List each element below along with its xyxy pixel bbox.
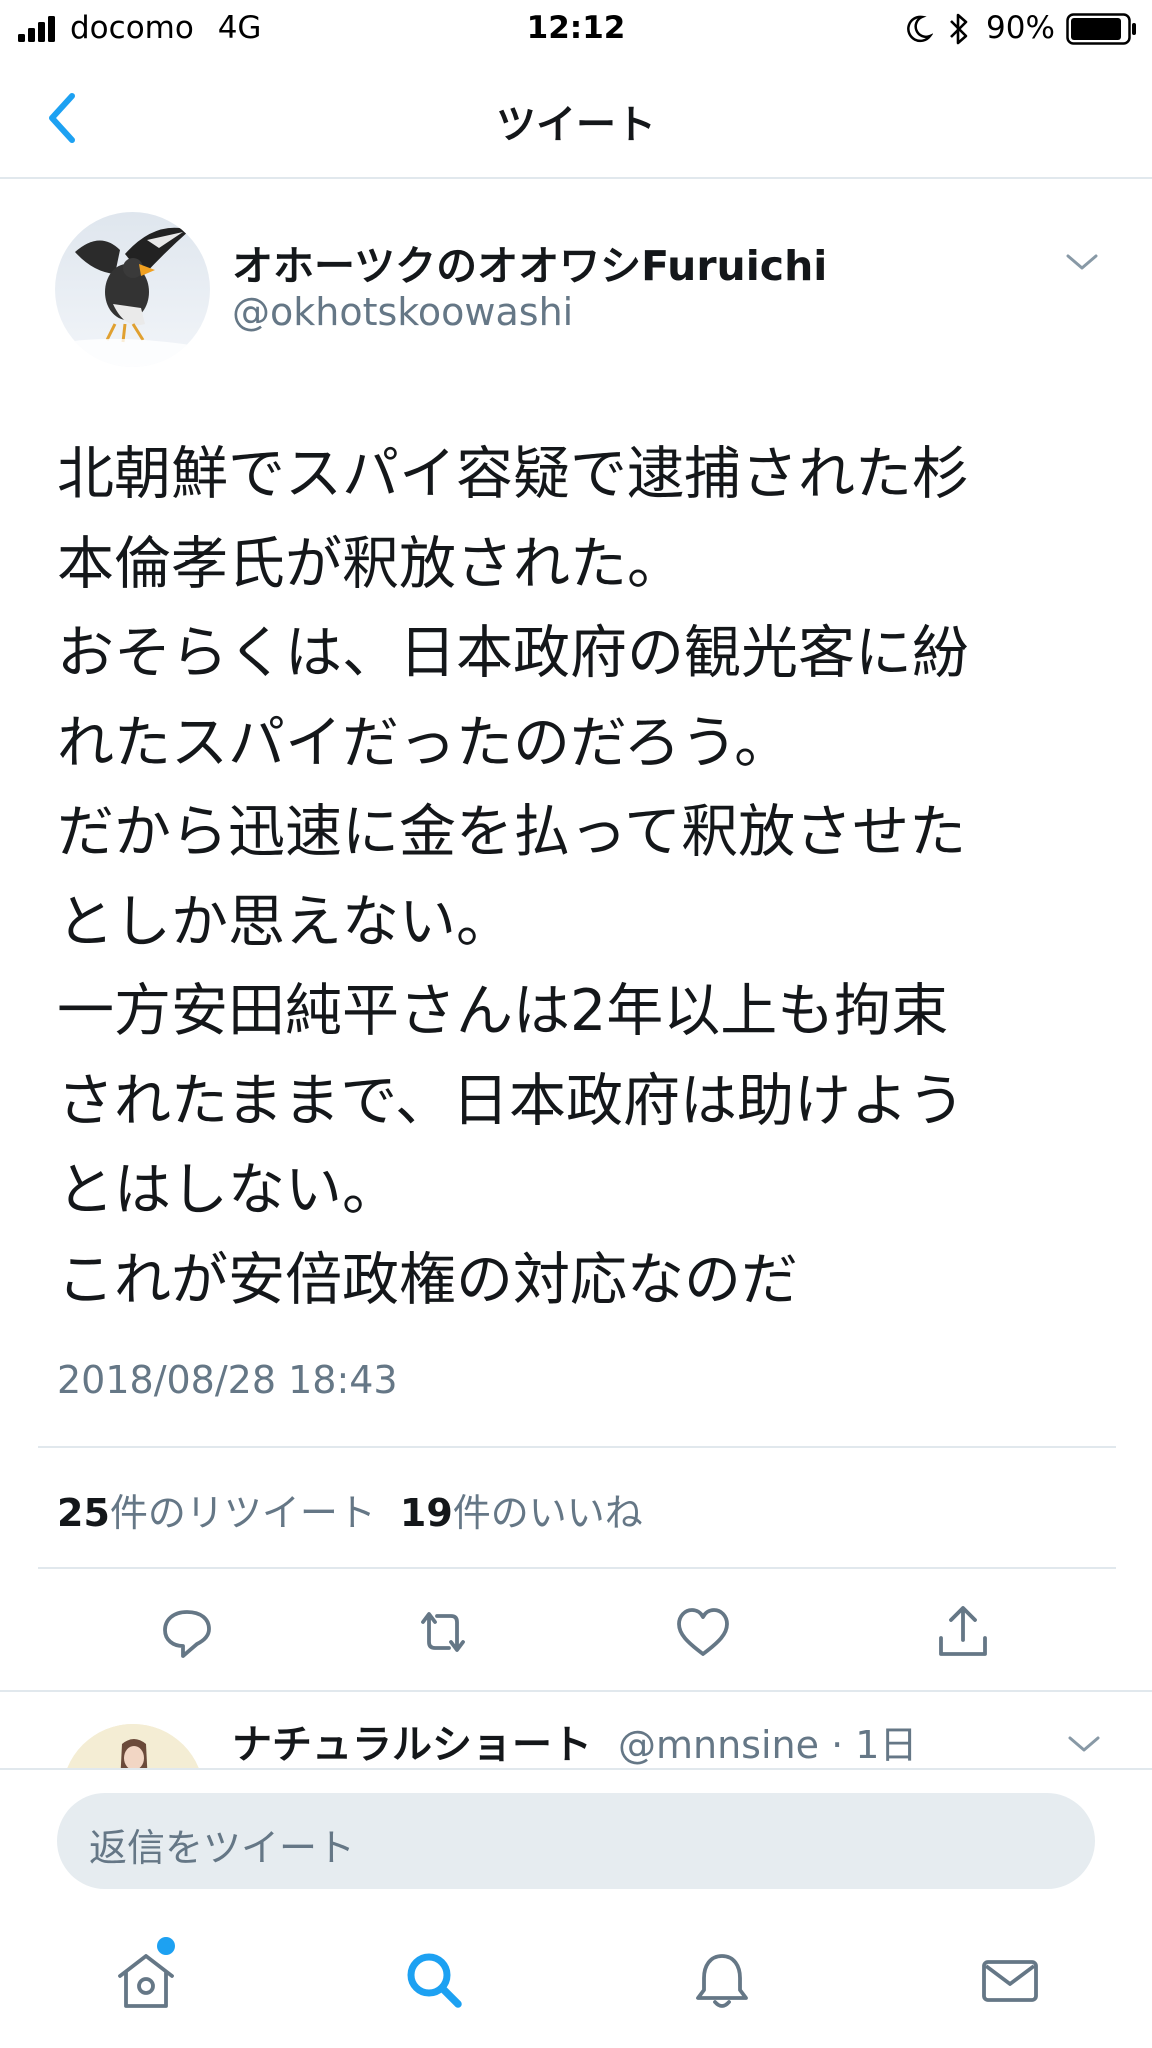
tweet-text-line: これが安倍政権の対応なのだ	[57, 1246, 798, 1313]
tweet-text-line: 本倫孝氏が釈放された。	[57, 530, 684, 597]
eagle-avatar-image	[55, 212, 210, 367]
divider	[0, 1768, 1152, 1770]
tweet-text: 北朝鮮でスパイ容疑で逮捕された杉 本倫孝氏が釈放された。 おそらくは、日本政府の…	[57, 430, 1117, 1325]
retweet-stat[interactable]: 25件のリツイート	[57, 1491, 376, 1535]
display-name[interactable]: オホーツクのオオワシFuruichi	[232, 232, 827, 292]
bell-icon[interactable]	[690, 1948, 754, 2012]
page-title: ツイート	[496, 102, 656, 148]
share-icon[interactable]	[933, 1600, 993, 1664]
avatar[interactable]	[55, 212, 210, 367]
reply-handle: @mnnsine	[618, 1723, 820, 1767]
reply-icon[interactable]	[157, 1600, 217, 1664]
like-stat[interactable]: 19件のいいね	[400, 1491, 643, 1535]
home-icon[interactable]	[114, 1948, 178, 2012]
user-handle[interactable]: @okhotskoowashi	[232, 290, 573, 334]
notification-dot	[157, 1937, 175, 1955]
nav-divider	[0, 177, 1152, 179]
tweet-text-line: とはしない。	[57, 1157, 399, 1223]
tweet-text-line: だから迅速に金を払って釈放させた	[57, 799, 967, 865]
divider	[38, 1567, 1116, 1569]
retweet-label: 件のリツイート	[109, 1491, 376, 1535]
divider	[38, 1446, 1116, 1448]
battery-icon	[1066, 13, 1136, 45]
tweet-text-line: 一方安田純平さんは2年以上も拘束	[57, 978, 949, 1044]
reply-display-name[interactable]: ナチュラルショート	[232, 1712, 592, 1768]
tweet-text-line: おそらくは、日本政府の観光客に紛	[57, 620, 969, 686]
like-count: 19	[399, 1491, 453, 1535]
reply-avatar[interactable]	[62, 1724, 204, 1768]
clock: 12:12	[526, 10, 626, 46]
heart-icon[interactable]	[673, 1600, 733, 1664]
reply-meta: @mnnsine · 1日	[618, 1714, 917, 1768]
woman-avatar-image	[62, 1724, 204, 1768]
bluetooth-icon	[950, 13, 968, 45]
like-label: 件のいいね	[452, 1491, 643, 1535]
reply-preview[interactable]: ナチュラルショート @mnnsine · 1日	[0, 1692, 1152, 1768]
retweet-count: 25	[57, 1491, 110, 1535]
reply-placeholder: 返信をツイート	[89, 1826, 356, 1870]
search-icon[interactable]	[402, 1948, 466, 2012]
tweet-text-line: としか思えない。	[57, 888, 513, 955]
chevron-down-icon[interactable]	[1066, 1732, 1102, 1756]
retweet-icon[interactable]	[413, 1600, 473, 1664]
tweet-text-line: れたスパイだったのだろう。	[57, 709, 792, 776]
mail-icon[interactable]	[978, 1948, 1042, 2012]
tweet-timestamp: 2018/08/28 18:43	[57, 1358, 398, 1402]
separator-dot: ·	[819, 1723, 856, 1767]
tweet-text-line: 北朝鮮でスパイ容疑で逮捕された杉	[57, 441, 969, 507]
reply-time: 1日	[855, 1723, 918, 1767]
battery-percentage: 90%	[986, 10, 1055, 46]
chevron-down-icon[interactable]	[1064, 250, 1100, 274]
do-not-disturb-icon	[907, 15, 933, 43]
status-bar: docomo 4G 12:12 90%	[0, 0, 1152, 60]
reply-input[interactable]: 返信をツイート	[57, 1793, 1095, 1889]
tweet-stats: 25件のリツイート 19件のいいね	[57, 1482, 643, 1537]
tweet-text-line: されたままで、日本政府は助けよう	[57, 1067, 966, 1134]
